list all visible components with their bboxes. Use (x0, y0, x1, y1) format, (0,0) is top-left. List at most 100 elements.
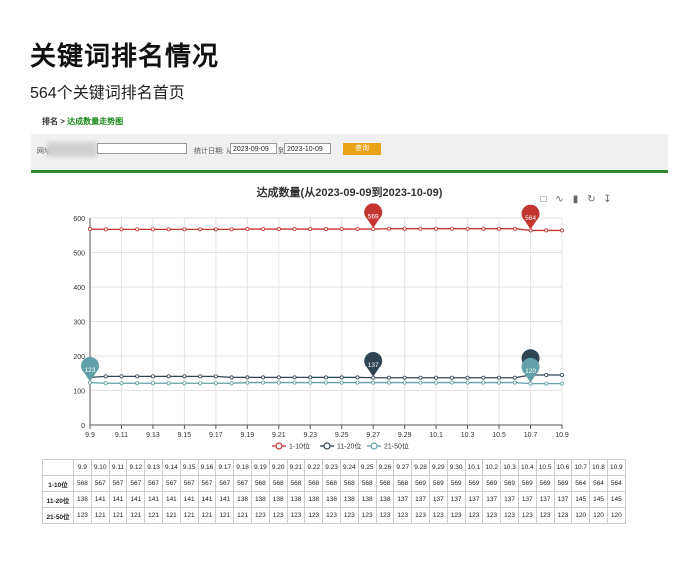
restore-icon[interactable]: ↻ (586, 195, 597, 205)
table-column-header: 9.11 (108, 459, 128, 476)
table-cell: 138 (73, 491, 92, 508)
table-cell: 568 (339, 475, 359, 492)
table-cell: 569 (482, 475, 502, 492)
chart-toolbox: □ ∿ ▮ ↻ ↧ (538, 189, 618, 207)
table-cell: 137 (482, 491, 502, 508)
table-column-header: 10.9 (606, 459, 626, 476)
table-cell: 567 (197, 475, 217, 492)
table-cell: 138 (322, 491, 341, 508)
table-column-header: 9.26 (375, 459, 395, 476)
table-cell: 145 (606, 491, 626, 508)
table-cell: 121 (108, 507, 128, 524)
table-cell: 123 (553, 507, 573, 524)
table-cell: 567 (161, 475, 181, 492)
table-cell: 123 (500, 507, 519, 524)
table-cell: 137 (553, 491, 573, 508)
table-cell: 567 (215, 475, 235, 492)
table-cell: 569 (428, 475, 448, 492)
table-column-header: 9.27 (393, 459, 413, 476)
page-subtitle: 564个关键词排名首页 (30, 85, 185, 102)
table-cell: 123 (375, 507, 395, 524)
page-title: 关键词排名情况 (30, 41, 220, 71)
table-cell: 568 (304, 475, 324, 492)
table-cell: 564 (589, 475, 608, 492)
table-cell: 141 (197, 491, 217, 508)
table-column-header: 9.12 (126, 459, 146, 476)
table-column-header: 9.30 (446, 459, 466, 476)
table-column-header: 9.15 (179, 459, 199, 476)
query-button[interactable]: 查询 (343, 143, 381, 155)
breadcrumb-root[interactable]: 排名 (42, 117, 58, 126)
table-column-header: 9.28 (411, 459, 430, 476)
table-cell: 121 (161, 507, 181, 524)
table-column-header: 10.1 (464, 459, 484, 476)
bar-chart-icon[interactable]: ▮ (570, 195, 581, 205)
table-column-header: 9.21 (286, 459, 306, 476)
table-cell: 120 (589, 507, 608, 524)
table-header-row: 9.9 9.10 9.11 9.12 9.13 9.14 9.15 9.16 9.17 9.18 9… (42, 459, 626, 476)
table-cell: 123 (464, 507, 484, 524)
table-column-header: 9.16 (197, 459, 217, 476)
redacted-area (47, 142, 97, 157)
table-cell: 138 (233, 491, 252, 508)
table-cell: 138 (286, 491, 306, 508)
breadcrumb-current: 达成数量走势图 (67, 117, 124, 126)
date-from-input[interactable]: 2023-09-09 (230, 143, 277, 154)
line-chart-icon[interactable]: ∿ (554, 195, 565, 205)
table-column-header: 9.9 (73, 459, 92, 476)
table-cell: 567 (108, 475, 128, 492)
table-cell: 567 (233, 475, 252, 492)
table-cell: 121 (197, 507, 217, 524)
table-cell: 141 (215, 491, 235, 508)
table-cell: 137 (411, 491, 430, 508)
site-input[interactable] (97, 143, 187, 154)
table-cell: 567 (126, 475, 146, 492)
table-cell: 123 (428, 507, 448, 524)
table-cell: 568 (393, 475, 413, 492)
table-cell: 123 (73, 507, 92, 524)
table-column-header: 9.29 (428, 459, 448, 476)
table-cell: 123 (286, 507, 306, 524)
table-column-header: 9.17 (215, 459, 235, 476)
table-cell: 568 (286, 475, 306, 492)
table-cell: 568 (250, 475, 270, 492)
table-cell: 568 (268, 475, 288, 492)
table-cell: 141 (179, 491, 199, 508)
download-icon[interactable]: ↧ (602, 195, 613, 205)
table-cell: 123 (535, 507, 555, 524)
table-column-header: 10.5 (535, 459, 555, 476)
table-row: 21-50位 123 121 121 121 121 121 121 121 121 121 123 1… (42, 507, 626, 524)
table-cell: 121 (215, 507, 235, 524)
table-cell: 568 (357, 475, 377, 492)
table-cell: 141 (108, 491, 128, 508)
table-cell: 123 (517, 507, 537, 524)
table-cell: 123 (446, 507, 466, 524)
breadcrumb: 排名 > 达成数量走势图 (42, 116, 123, 127)
stat-date-label: 统计日期: 从 (194, 148, 233, 155)
table-column-header: 9.13 (144, 459, 163, 476)
table-cell: 567 (144, 475, 163, 492)
table-column-header: 9.20 (268, 459, 288, 476)
table-cell: 567 (90, 475, 110, 492)
breadcrumb-separator: > (58, 117, 68, 126)
table-cell: 137 (393, 491, 413, 508)
table-cell: 569 (446, 475, 466, 492)
table-cell: 141 (90, 491, 110, 508)
table-cell: 123 (357, 507, 377, 524)
table-cell: 123 (482, 507, 502, 524)
table-cell: 123 (411, 507, 430, 524)
table-cell: 137 (446, 491, 466, 508)
table-cell: 138 (304, 491, 324, 508)
table-cell: 138 (375, 491, 395, 508)
table-cell: 121 (126, 507, 146, 524)
table-cell: 569 (517, 475, 537, 492)
table-cell: 569 (500, 475, 519, 492)
table-cell: 121 (179, 507, 199, 524)
table-cell: 137 (535, 491, 555, 508)
table-row-header: 11-20位 (42, 491, 74, 508)
table-row-header: 21-50位 (42, 507, 74, 524)
data-view-icon[interactable]: □ (538, 195, 549, 205)
table-cell: 120 (571, 507, 591, 524)
date-to-input[interactable]: 2023-10-09 (284, 143, 331, 154)
table-cell: 568 (375, 475, 395, 492)
